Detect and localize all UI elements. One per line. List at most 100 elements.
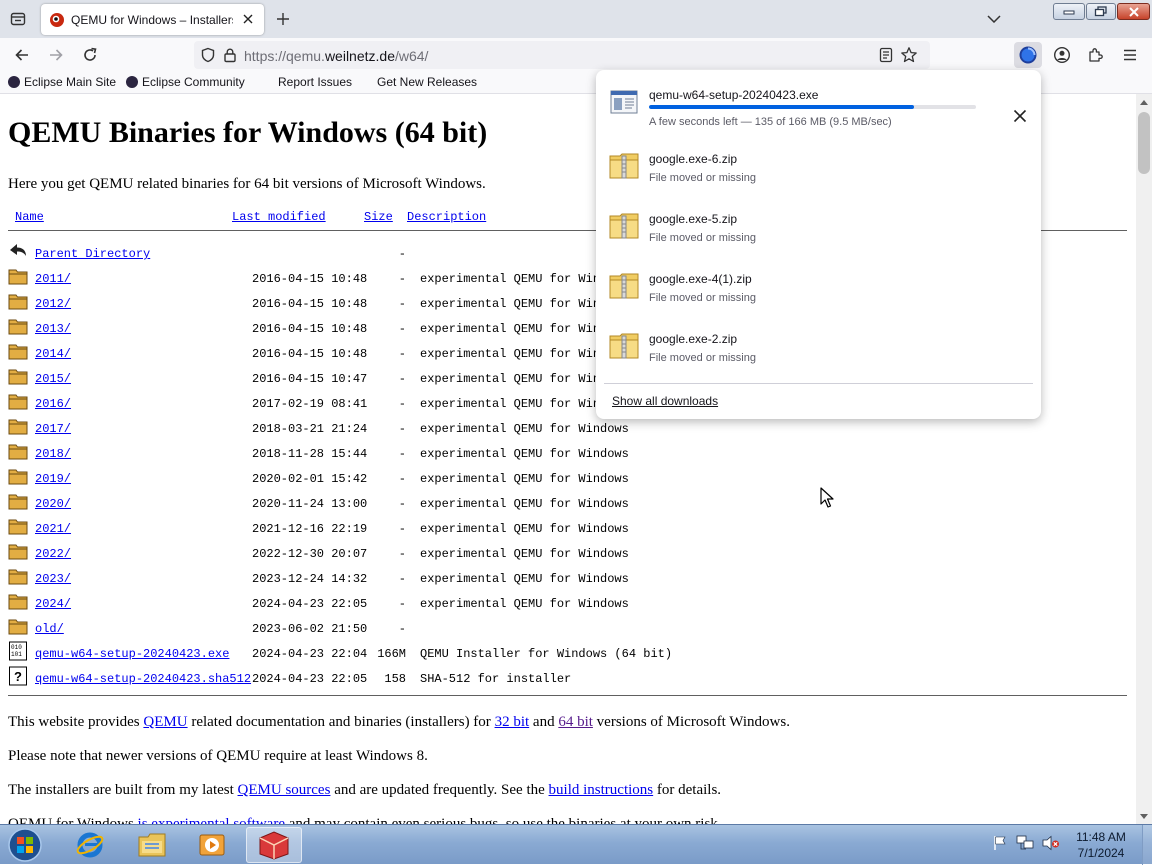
bookmark-report-issues[interactable]: Report Issues bbox=[278, 75, 352, 89]
bookmark-star-icon[interactable] bbox=[900, 46, 918, 64]
url-bar[interactable]: https://qemu.weilnetz.de/w64/ bbox=[194, 41, 930, 69]
link-2013[interactable]: 2013/ bbox=[35, 322, 71, 336]
row-size: - bbox=[398, 622, 406, 636]
extensions-puzzle-icon[interactable] bbox=[1084, 43, 1108, 67]
link-experimental-software[interactable]: is experimental software bbox=[138, 816, 285, 824]
lock-icon[interactable] bbox=[222, 47, 238, 63]
link-2021[interactable]: 2021/ bbox=[35, 522, 71, 536]
show-desktop-button[interactable] bbox=[1142, 825, 1152, 865]
link-qemu-sources[interactable]: QEMU sources bbox=[238, 782, 331, 798]
link-2015[interactable]: 2015/ bbox=[35, 372, 71, 386]
taskbar-internet-explorer[interactable] bbox=[62, 827, 118, 863]
folder-icon bbox=[138, 833, 166, 857]
link-2020[interactable]: 2020/ bbox=[35, 497, 71, 511]
menu-hamburger-icon[interactable] bbox=[1118, 43, 1142, 67]
new-tab-icon[interactable] bbox=[272, 8, 294, 30]
link-32-bit[interactable]: 32 bit bbox=[495, 714, 530, 730]
reload-icon[interactable] bbox=[78, 43, 102, 67]
list-all-tabs-icon[interactable] bbox=[984, 10, 1004, 28]
row-description: experimental QEMU for Windows bbox=[420, 447, 629, 461]
column-header-size[interactable]: Size bbox=[364, 210, 393, 224]
link-qemu-w64-setup-20240423-exe[interactable]: qemu-w64-setup-20240423.exe bbox=[35, 647, 229, 661]
download-item[interactable]: google.exe-6.zip File moved or missing bbox=[604, 142, 1033, 198]
firefox-view-icon[interactable] bbox=[6, 7, 30, 31]
download-item[interactable]: google.exe-4(1).zip File moved or missing bbox=[604, 262, 1033, 318]
taskbar-file-explorer[interactable] bbox=[124, 827, 180, 863]
close-tab-icon[interactable] bbox=[240, 11, 256, 27]
scroll-down-arrow-icon[interactable] bbox=[1136, 808, 1152, 824]
tab-strip: QEMU for Windows – Installers (64 bit) bbox=[0, 0, 1152, 38]
link-2012[interactable]: 2012/ bbox=[35, 297, 71, 311]
window-restore-button[interactable] bbox=[1086, 3, 1116, 20]
link-parent-directory[interactable]: Parent Directory bbox=[35, 247, 150, 261]
row-last-modified: 2017-02-19 08:41 bbox=[252, 397, 368, 411]
download-item[interactable]: google.exe-2.zip File moved or missing bbox=[604, 322, 1033, 378]
table-row: 2018/2018-11-28 15:44 - experimental QEMU … bbox=[8, 441, 1128, 466]
svg-text:?: ? bbox=[14, 669, 22, 684]
cancel-download-icon[interactable] bbox=[1006, 102, 1034, 130]
scroll-up-arrow-icon[interactable] bbox=[1136, 94, 1152, 110]
table-row: 2017/2018-03-21 21:24 - experimental QEMU … bbox=[8, 416, 1128, 441]
link-2024[interactable]: 2024/ bbox=[35, 597, 71, 611]
row-last-modified: 2016-04-15 10:48 bbox=[252, 322, 368, 336]
url-text[interactable]: https://qemu.weilnetz.de/w64/ bbox=[244, 48, 428, 64]
link-2022[interactable]: 2022/ bbox=[35, 547, 71, 561]
link-build-instructions[interactable]: build instructions bbox=[549, 782, 654, 798]
account-icon[interactable] bbox=[1050, 43, 1074, 67]
tracking-protection-shield-icon[interactable] bbox=[200, 47, 216, 63]
binary-file-icon: 010 101 bbox=[8, 641, 28, 661]
row-description: experimental QEMU for Windows bbox=[420, 572, 629, 586]
link-64-bit[interactable]: 64 bit bbox=[558, 714, 593, 730]
link-2014[interactable]: 2014/ bbox=[35, 347, 71, 361]
volume-muted-icon[interactable] bbox=[1042, 835, 1060, 851]
bookmark-get-new-releases[interactable]: Get New Releases bbox=[377, 75, 477, 89]
link-2018[interactable]: 2018/ bbox=[35, 447, 71, 461]
taskbar-clock[interactable]: 11:48 AM 7/1/2024 bbox=[1062, 829, 1140, 861]
tab-qemu-installers[interactable]: QEMU for Windows – Installers (64 bit) bbox=[41, 4, 264, 35]
window-minimize-button[interactable] bbox=[1053, 3, 1085, 20]
folder-icon bbox=[8, 516, 28, 536]
link-2019[interactable]: 2019/ bbox=[35, 472, 71, 486]
link-qemu-w64-setup-20240423-sha512[interactable]: qemu-w64-setup-20240423.sha512 bbox=[35, 672, 251, 686]
link-2016[interactable]: 2016/ bbox=[35, 397, 71, 411]
downloads-progress-icon bbox=[1019, 46, 1037, 64]
window-close-button[interactable] bbox=[1117, 3, 1150, 20]
download-item-active[interactable]: qemu-w64-setup-20240423.exe A few second… bbox=[604, 78, 1033, 134]
link-old[interactable]: old/ bbox=[35, 622, 64, 636]
download-item[interactable]: google.exe-5.zip File moved or missing bbox=[604, 202, 1033, 258]
link-2017[interactable]: 2017/ bbox=[35, 422, 71, 436]
action-center-flag-icon[interactable] bbox=[992, 835, 1008, 851]
clock-date: 7/1/2024 bbox=[1077, 846, 1125, 860]
bookmark-eclipse-community[interactable]: Eclipse Community bbox=[126, 75, 245, 89]
mouse-cursor-icon bbox=[820, 487, 834, 508]
show-all-downloads-link[interactable]: Show all downloads bbox=[612, 394, 718, 408]
paragraph-about: This website provides QEMU related docum… bbox=[8, 714, 790, 730]
bookmark-eclipse-main-site[interactable]: Eclipse Main Site bbox=[8, 75, 116, 89]
navigation-toolbar: https://qemu.weilnetz.de/w64/ bbox=[0, 38, 1152, 72]
eclipse-icon bbox=[126, 76, 138, 88]
parent-directory-back-icon bbox=[8, 241, 28, 261]
column-header-name[interactable]: Name bbox=[15, 210, 44, 224]
taskbar-firefox[interactable] bbox=[246, 827, 302, 863]
row-last-modified: 2016-04-15 10:48 bbox=[252, 297, 368, 311]
link-2023[interactable]: 2023/ bbox=[35, 572, 71, 586]
qemu-favicon-icon bbox=[50, 12, 64, 27]
table-row: 2019/2020-02-01 15:42 - experimental QEMU … bbox=[8, 466, 1128, 491]
row-size: - bbox=[398, 547, 406, 561]
link-qemu[interactable]: QEMU bbox=[143, 714, 187, 730]
column-header-last-modified[interactable]: Last modified bbox=[232, 210, 326, 224]
link-2011[interactable]: 2011/ bbox=[35, 272, 71, 286]
network-icon[interactable] bbox=[1016, 835, 1034, 851]
row-last-modified: 2018-11-28 15:44 bbox=[252, 447, 368, 461]
reader-view-icon[interactable] bbox=[878, 47, 894, 63]
page-scrollbar[interactable] bbox=[1136, 94, 1152, 824]
media-player-icon bbox=[199, 834, 225, 856]
taskbar-media-player[interactable] bbox=[184, 827, 240, 863]
scrollbar-thumb[interactable] bbox=[1138, 112, 1150, 174]
start-button[interactable] bbox=[4, 826, 46, 864]
column-header-description[interactable]: Description bbox=[407, 210, 486, 224]
table-row: 2022/2022-12-30 20:07 - experimental QEMU … bbox=[8, 541, 1128, 566]
back-arrow-icon[interactable] bbox=[10, 43, 34, 67]
forward-arrow-icon[interactable] bbox=[44, 43, 68, 67]
downloads-button[interactable] bbox=[1014, 42, 1042, 68]
